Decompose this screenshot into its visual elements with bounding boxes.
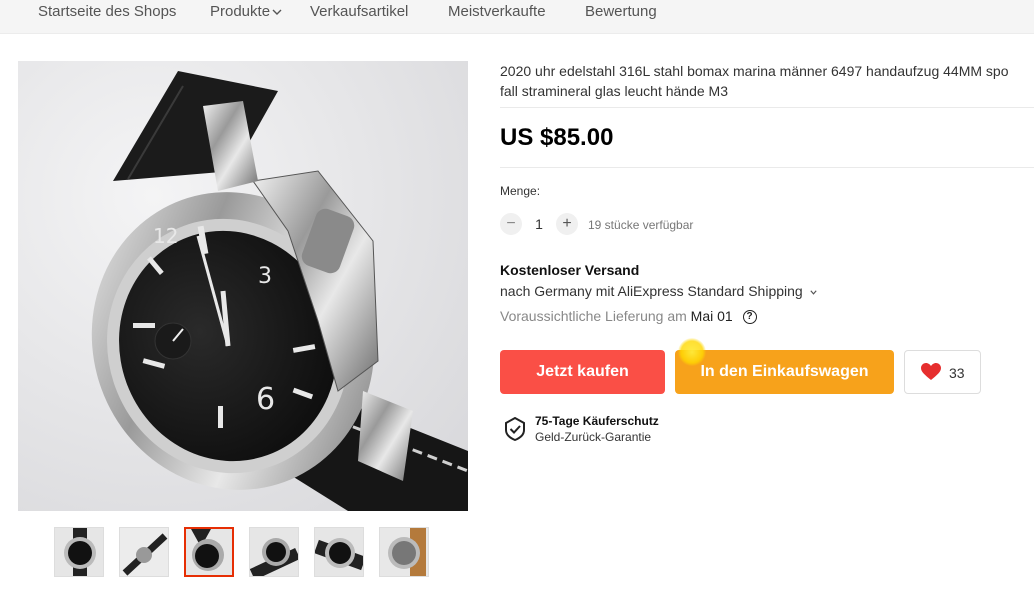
nav-bestsellers[interactable]: Meistverkaufte [448, 3, 546, 20]
svg-text:12: 12 [153, 224, 178, 248]
buy-now-button[interactable]: Jetzt kaufen [500, 350, 665, 394]
thumbnail-3[interactable] [184, 527, 234, 577]
svg-text:3: 3 [258, 264, 272, 289]
main-product-image[interactable]: 6 3 12 [18, 61, 468, 511]
cursor-highlight [678, 338, 706, 366]
minus-icon: − [506, 215, 516, 232]
thumbnail-watch-image [186, 529, 232, 575]
wishlist-count: 33 [949, 365, 965, 381]
buyer-protection-title: 75-Tage Käuferschutz [535, 414, 659, 428]
quantity-label: Menge: [500, 184, 541, 198]
thumbnail-6[interactable] [379, 527, 429, 577]
thumbnail-watch-image [55, 528, 103, 576]
product-title-line-2: fall stramineral glas leucht hände M3 [500, 83, 729, 99]
quantity-available: 19 stücke verfügbar [588, 218, 694, 232]
nav-sale-items[interactable]: Verkaufsartikel [310, 3, 408, 20]
product-price: US $85.00 [500, 124, 614, 151]
quantity-decrease-button[interactable]: − [500, 213, 522, 235]
heart-icon [921, 363, 941, 380]
thumbnail-watch-image [120, 528, 168, 576]
chevron-down-icon [272, 9, 282, 16]
thumbnail-watch-image [315, 528, 363, 576]
watch-photo: 6 3 12 [18, 61, 468, 511]
shipping-method-selector[interactable]: nach Germany mit AliExpress Standard Shi… [500, 283, 818, 299]
delivery-label: Voraussichtliche Lieferung am [500, 308, 687, 324]
divider [500, 167, 1034, 168]
shipping-method-text: nach Germany mit AliExpress Standard Shi… [500, 283, 803, 299]
chevron-down-icon [809, 290, 817, 295]
product-title: 2020 uhr edelstahl 316L stahl bomax mari… [500, 61, 1034, 101]
nav-home[interactable]: Startseite des Shops [38, 3, 176, 20]
shop-nav-bar: Startseite des Shops Produkte Verkaufsar… [0, 0, 1034, 34]
thumbnail-1[interactable] [54, 527, 104, 577]
shield-check-icon [505, 417, 525, 441]
thumbnail-watch-image [380, 528, 428, 576]
shipping-title: Kostenloser Versand [500, 262, 640, 278]
plus-icon: + [562, 215, 572, 232]
question-icon[interactable]: ? [742, 310, 757, 325]
quantity-input[interactable]: 1 [530, 216, 548, 232]
thumbnail-watch-image [250, 528, 298, 576]
buyer-protection-subtitle: Geld-Zurück-Garantie [535, 430, 652, 444]
estimated-delivery: Voraussichtliche Lieferung am Mai 01 ? [500, 308, 757, 325]
thumbnail-2[interactable] [119, 527, 169, 577]
svg-text:6: 6 [256, 382, 275, 417]
nav-reviews[interactable]: Bewertung [585, 3, 657, 20]
add-to-cart-button[interactable]: In den Einkaufswagen [675, 350, 894, 394]
nav-products-label: Produkte [210, 3, 271, 20]
divider [500, 107, 1034, 108]
wishlist-button[interactable]: 33 [904, 350, 981, 394]
thumbnail-4[interactable] [249, 527, 299, 577]
quantity-increase-button[interactable]: + [556, 213, 578, 235]
nav-products[interactable]: Produkte [210, 3, 282, 20]
thumbnail-5[interactable] [314, 527, 364, 577]
delivery-date: Mai 01 [690, 308, 733, 324]
product-title-line-1: 2020 uhr edelstahl 316L stahl bomax mari… [500, 63, 1009, 79]
